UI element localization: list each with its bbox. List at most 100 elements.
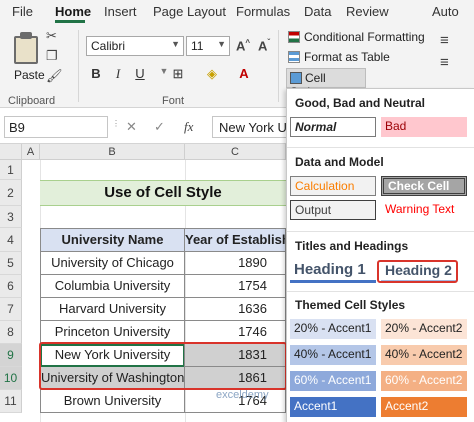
table-cell-name-selected[interactable]: New York University [40,344,185,367]
underline-button[interactable]: U [132,66,148,81]
align-icon[interactable]: ≡ [440,32,449,49]
format-as-table-button[interactable]: Format as Table [288,50,390,64]
format-as-table-icon [288,51,300,63]
style-check-cell[interactable]: Check Cell [381,176,467,196]
style-60-accent2[interactable]: 60% - Accent2 [381,371,467,391]
clipboard-group-label: Clipboard [8,95,56,107]
tab-page-layout[interactable]: Page Layout [153,4,226,19]
worksheet: A B C 1 2 3 4 5 6 7 8 9 10 11 Use of Cel… [0,144,286,422]
style-60-accent1[interactable]: 60% - Accent1 [290,371,376,391]
insert-function-icon[interactable]: fx [184,119,193,135]
row-header[interactable]: 10 [0,367,22,390]
table-cell-name[interactable]: University of Chicago [40,252,185,275]
table-header-name[interactable]: University Name [40,228,185,252]
cell-styles-gallery: Good, Bad and Neutral Normal Bad Data an… [286,88,474,422]
style-heading-2[interactable]: Heading 2 [381,261,457,282]
font-name-select[interactable]: Calibri ▼ [86,36,184,56]
enter-icon[interactable]: ✓ [154,119,165,135]
style-heading-1[interactable]: Heading 1 [290,260,376,283]
sheet-title-cell[interactable]: Use of Cell Style [40,180,286,206]
chevron-down-icon: ▼ [171,39,180,49]
table-cell-year[interactable]: 1831 [184,344,286,367]
column-header-b[interactable]: B [40,144,185,160]
table-cell-name[interactable]: University of Washington [40,367,185,390]
borders-icon[interactable]: ⊞ [170,66,186,82]
row-header[interactable]: 2 [0,180,22,206]
table-cell-year[interactable]: 1754 [184,275,286,298]
divider [287,231,474,232]
tab-formulas[interactable]: Formulas [236,4,290,19]
cancel-icon[interactable]: ✕ [126,119,137,135]
style-bad[interactable]: Bad [381,117,467,137]
paste-button[interactable]: Paste [4,28,45,82]
table-cell-name[interactable]: Columbia University [40,275,185,298]
row-header[interactable]: 11 [0,390,22,413]
tab-data[interactable]: Data [304,4,331,19]
row-header[interactable]: 1 [0,160,22,180]
row-header[interactable]: 6 [0,275,22,298]
style-warning-text[interactable]: Warning Text [381,200,467,220]
style-20-accent1[interactable]: 20% - Accent1 [290,319,376,339]
table-cell-year[interactable]: 1861 [184,367,286,390]
column-header-a[interactable]: A [22,144,40,160]
fill-color-icon[interactable]: ◈ [204,66,220,82]
row-header[interactable]: 4 [0,228,22,252]
formula-input[interactable]: New York University [212,116,292,138]
tab-home[interactable]: Home [55,4,91,19]
group-separator [278,30,279,102]
tab-review[interactable]: Review [346,4,389,19]
style-output[interactable]: Output [290,200,376,220]
active-tab-indicator [55,20,85,23]
row-header[interactable]: 3 [0,206,22,228]
name-box[interactable]: B9 [4,116,108,138]
row-header[interactable]: 9 [0,344,22,367]
table-cell-year[interactable]: 1746 [184,321,286,344]
cell-styles-icon [290,72,302,84]
watermark-logo: exceldemy [216,389,269,401]
font-group-label: Font [162,95,185,107]
style-20-accent2[interactable]: 20% - Accent2 [381,319,467,339]
align-icon[interactable]: ≡ [440,54,449,71]
cut-icon[interactable]: ✂ [46,28,57,44]
style-accent2[interactable]: Accent2 [381,397,467,417]
paste-label: Paste [14,68,45,82]
clipboard-clip-icon [20,32,32,39]
table-cell-name[interactable]: Princeton University [40,321,185,344]
font-size-select[interactable]: 11 ▼ [186,36,230,56]
font-color-icon[interactable]: A [236,66,252,81]
copy-icon[interactable]: ❐ [46,48,58,64]
style-40-accent2[interactable]: 40% - Accent2 [381,345,467,365]
table-header-year[interactable]: Year of Establish [184,228,286,252]
table-cell-year[interactable]: 1890 [184,252,286,275]
table-cell-year[interactable]: 1636 [184,298,286,321]
font-name-value: Calibri [91,39,126,53]
row-header[interactable]: 8 [0,321,22,344]
table-cell-name[interactable]: Harvard University [40,298,185,321]
increase-font-icon[interactable]: A^ [236,38,250,53]
column-header-c[interactable]: C [185,144,286,160]
select-all-corner[interactable] [0,144,22,160]
chevron-down-icon: ▼ [217,39,226,49]
format-painter-icon[interactable]: 🖌 [46,68,63,84]
conditional-formatting-button[interactable]: Conditional Formatting [288,30,425,44]
row-header[interactable]: 7 [0,298,22,321]
conditional-formatting-icon [288,31,300,43]
tab-auto[interactable]: Auto [432,4,459,19]
style-calculation[interactable]: Calculation [290,176,376,196]
style-accent1[interactable]: Accent1 [290,397,376,417]
decrease-font-icon[interactable]: Aˇ [258,38,270,53]
cell-styles-button[interactable]: Cell Styles▼ [286,68,366,99]
group-separator [78,30,79,102]
more-icon[interactable]: ⋮ [112,119,120,128]
tab-insert[interactable]: Insert [104,4,137,19]
italic-button[interactable]: I [110,66,126,82]
tab-file[interactable]: File [12,4,33,19]
row-header[interactable]: 5 [0,252,22,275]
table-cell-name[interactable]: Brown University [40,390,185,413]
font-size-value: 11 [191,39,204,53]
style-normal[interactable]: Normal [290,117,376,137]
conditional-formatting-label: Conditional Formatting [304,30,425,44]
style-40-accent1[interactable]: 40% - Accent1 [290,345,376,365]
section-title-themed: Themed Cell Styles [295,298,406,312]
bold-button[interactable]: B [88,66,104,81]
